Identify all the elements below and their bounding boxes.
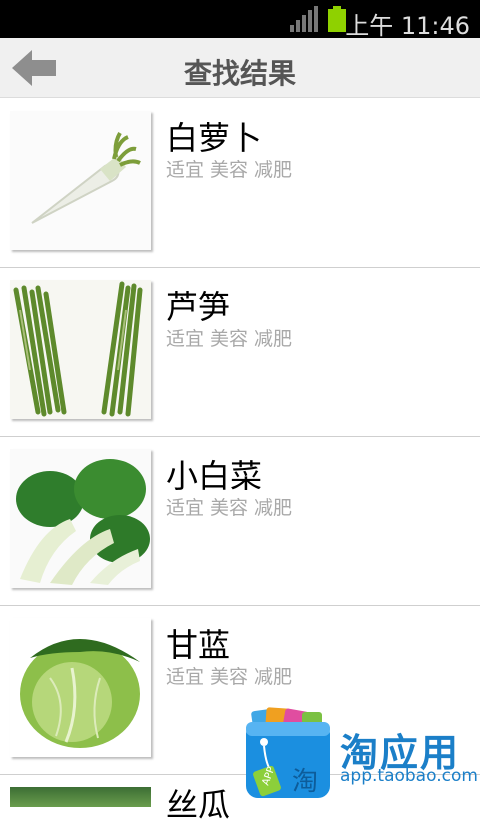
tag: 适宜 (166, 497, 205, 519)
item-tags: 适宜 美容 减肥 (166, 493, 298, 520)
tag: 减肥 (254, 666, 293, 688)
asparagus-image (10, 280, 151, 419)
item-name: 小白菜 (166, 457, 263, 495)
clock: 上午 11:46 (345, 12, 470, 40)
tag: 适宜 (166, 159, 205, 181)
bag-char: 淘 (292, 767, 318, 797)
loofah-image (10, 787, 151, 807)
bok-choy-image (10, 449, 151, 588)
tag: 减肥 (254, 159, 293, 181)
status-bar: 上午 11:46 (0, 0, 480, 40)
shopping-bag-icon: APP 淘 (246, 707, 330, 798)
ad-url: app.taobao.com (340, 766, 478, 786)
cabbage-image (10, 618, 151, 757)
battery-icon (328, 6, 346, 32)
signal-icon (290, 6, 318, 32)
list-item[interactable]: 白萝卜 适宜 美容 减肥 (0, 99, 480, 268)
result-list[interactable]: 白萝卜 适宜 美容 减肥 芦笋 适宜 美容 减肥 小白菜 适宜 美容 减肥 甘蓝… (0, 99, 480, 775)
tag: 美容 (210, 497, 249, 519)
white-radish-image (10, 111, 151, 250)
tag: 美容 (210, 328, 249, 350)
list-item[interactable]: 小白菜 适宜 美容 减肥 (0, 437, 480, 606)
tag: 减肥 (254, 497, 293, 519)
tag: 适宜 (166, 328, 205, 350)
item-name: 白萝卜 (166, 119, 263, 157)
page-title: 查找结果 (183, 57, 296, 90)
item-name: 丝瓜 (166, 786, 231, 824)
tag: 适宜 (166, 666, 205, 688)
item-tags: 适宜 美容 减肥 (166, 662, 298, 689)
taobao-app-ad[interactable]: APP 淘 淘应用 app.taobao.com (242, 706, 480, 800)
item-name: 甘蓝 (166, 626, 231, 664)
tag: 美容 (210, 159, 249, 181)
tag: 减肥 (254, 328, 293, 350)
item-tags: 适宜 美容 减肥 (166, 324, 298, 351)
title-bar: 查找结果 (0, 38, 480, 98)
item-name: 芦笋 (166, 288, 231, 326)
item-tags: 适宜 美容 减肥 (166, 155, 298, 182)
list-item[interactable]: 芦笋 适宜 美容 减肥 (0, 268, 480, 437)
tag: 美容 (210, 666, 249, 688)
